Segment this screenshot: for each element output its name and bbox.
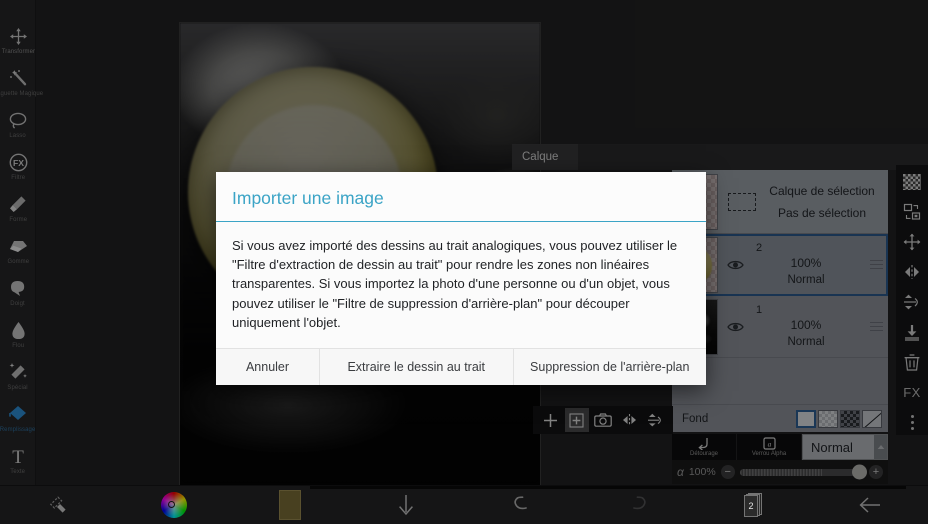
import-image-dialog: Importer une image Si vous avez importé … — [216, 172, 707, 386]
color-wheel-cursor — [168, 501, 175, 508]
cancel-button[interactable]: Annuler — [216, 349, 320, 386]
dialog-actions: Annuler Extraire le dessin au trait Supp… — [216, 348, 707, 386]
dialog-body-text: Si vous avez importé des dessins au trai… — [216, 222, 706, 349]
app-root: Calque Calque de sélection Pas de sélect… — [0, 0, 928, 524]
extract-lineart-button[interactable]: Extraire le dessin au trait — [320, 349, 514, 386]
remove-background-button[interactable]: Suppression de l'arrière-plan — [514, 349, 707, 385]
dialog-title: Importer une image — [216, 172, 706, 222]
layers-count-value: 2 — [748, 501, 754, 511]
